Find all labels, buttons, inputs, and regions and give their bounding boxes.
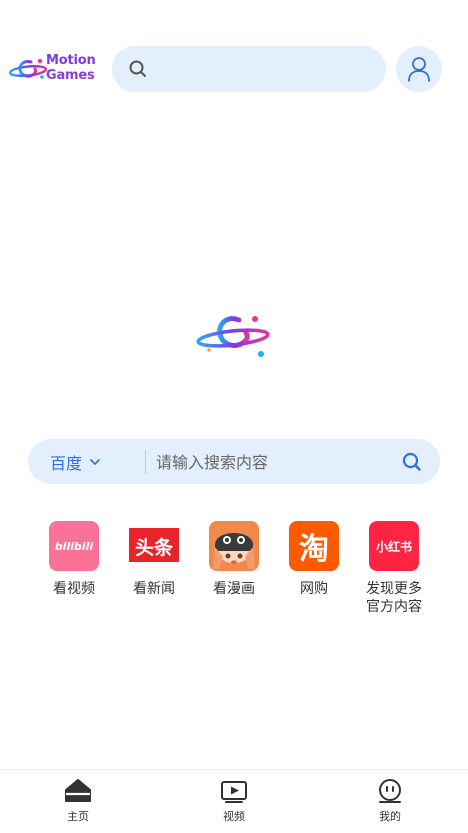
video-icon: [221, 781, 247, 803]
user-icon: [408, 57, 430, 82]
brand-line-1: Motion: [46, 53, 96, 68]
top-search-bar[interactable]: [112, 46, 386, 92]
search-engine-selector[interactable]: 百度: [50, 451, 100, 473]
nav-item-video[interactable]: 视频: [194, 778, 274, 824]
toutiao-icon: 头条: [129, 521, 179, 571]
comic-face-icon: [213, 533, 255, 569]
shortcut-news[interactable]: 头条 看新闻: [114, 521, 194, 598]
shortcut-label: 看视频: [53, 581, 95, 597]
nav-label-home: 主页: [67, 810, 89, 823]
shortcut-label: 看新闻: [133, 581, 175, 597]
shortcut-grid: bilibili 看视频 头条 看新闻 看漫画 淘 网购 小红书 发现更多 官方…: [34, 521, 434, 621]
search-input[interactable]: [156, 449, 406, 475]
nav-item-home[interactable]: 主页: [38, 778, 118, 824]
nav-label-mine: 我的: [379, 810, 401, 823]
brand-logo[interactable]: Motion Games: [8, 52, 104, 86]
chevron-down-icon: [90, 459, 100, 465]
brand-name: Motion Games: [46, 53, 96, 83]
toutiao-logo-text: 头条: [134, 536, 173, 559]
bilibili-icon: bilibili: [49, 521, 99, 571]
shortcut-comics[interactable]: 看漫画: [194, 521, 274, 598]
shortcut-label: 网购: [300, 581, 328, 597]
xiaohongshu-icon: 小红书: [369, 521, 419, 571]
center-planet-logo-icon: [196, 316, 270, 357]
main-search-bar: 百度: [28, 439, 440, 484]
xiaohongshu-logo-text: 小红书: [375, 539, 412, 554]
search-engine-label: 百度: [50, 454, 83, 473]
profile-button[interactable]: [396, 46, 442, 92]
taobao-logo-text: 淘: [299, 532, 329, 567]
search-submit-icon[interactable]: [401, 451, 423, 473]
bilibili-logo-text: bilibili: [54, 539, 94, 553]
search-icon: [129, 60, 146, 77]
header: Motion Games: [0, 44, 468, 94]
comic-character-icon: [209, 521, 259, 571]
home-icon: [65, 779, 91, 802]
shortcut-label: 看漫画: [213, 581, 255, 597]
shortcut-label: 发现更多 官方内容: [366, 581, 422, 615]
shortcut-discover[interactable]: 小红书 发现更多 官方内容: [354, 521, 434, 616]
bottom-navigation: 主页 视频 我的: [0, 769, 468, 833]
shortcut-shopping[interactable]: 淘 网购: [274, 521, 354, 598]
nav-item-mine[interactable]: 我的: [350, 778, 430, 824]
taobao-icon: 淘: [289, 521, 339, 571]
shortcut-bilibili[interactable]: bilibili 看视频: [34, 521, 114, 598]
face-icon: [379, 779, 401, 803]
brand-line-2: Games: [46, 68, 95, 83]
search-divider: [145, 450, 146, 474]
nav-label-video: 视频: [223, 810, 245, 823]
